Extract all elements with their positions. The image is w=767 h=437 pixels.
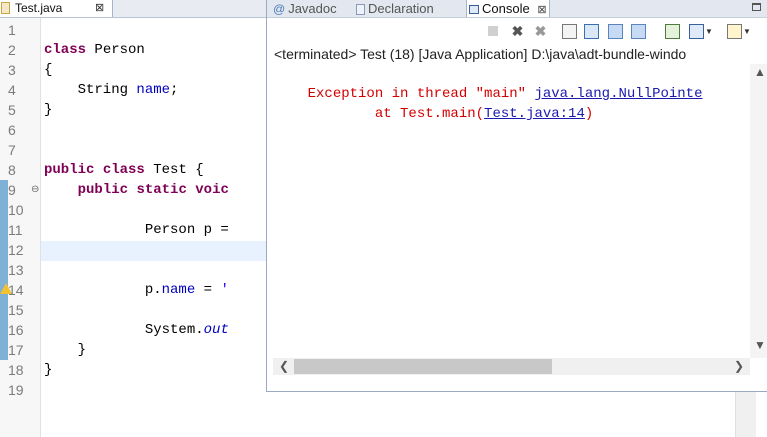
java-file-icon <box>1 2 10 14</box>
line-number: 8 <box>8 162 16 178</box>
console-output-line: at Test.main(Test.java:14) <box>307 106 594 122</box>
console-horizontal-scrollbar[interactable]: ❮ ❯ <box>273 358 750 375</box>
line-number: 3 <box>8 62 16 78</box>
line-number: 7 <box>8 142 16 158</box>
code-line[interactable]: Person p = <box>44 220 237 240</box>
line-number: 15 <box>8 302 24 318</box>
console-view: @ Javadoc Declaration Console ⊠ ✖ ✖ ▼ ▼ <… <box>267 0 767 391</box>
line-number: 5 <box>8 102 16 118</box>
line-number: 10 <box>8 202 24 218</box>
code-line[interactable]: class Person <box>44 40 145 60</box>
editor-tab-test-java[interactable]: Test.java ⊠ <box>0 0 113 17</box>
maximize-icon[interactable] <box>752 3 761 11</box>
tab-label: Console <box>482 1 530 16</box>
code-line[interactable]: String name; <box>44 80 179 100</box>
line-number: 17 <box>8 342 24 358</box>
code-line[interactable]: } <box>44 340 86 360</box>
line-number: 2 <box>8 42 16 58</box>
line-number: 1 <box>8 22 16 38</box>
line-number: 4 <box>8 82 16 98</box>
line-number: 16 <box>8 322 24 338</box>
scroll-lock-icon[interactable] <box>584 24 599 39</box>
code-line[interactable]: public static voic <box>44 180 229 200</box>
line-number: 14 <box>8 282 24 298</box>
stacktrace-link[interactable]: Test.java:14 <box>484 106 585 122</box>
code-line[interactable]: } <box>44 100 52 120</box>
fold-toggle-icon[interactable]: ⊖ <box>31 180 40 200</box>
pin-console-icon[interactable] <box>665 24 680 39</box>
code-line[interactable]: p.name = ' <box>44 280 229 300</box>
scrollbar-thumb[interactable] <box>294 359 552 374</box>
code-line[interactable]: { <box>44 60 52 80</box>
line-number: 18 <box>8 362 24 378</box>
line-number: 6 <box>8 122 16 138</box>
line-number: 12 <box>8 242 24 258</box>
editor-tab-label: Test.java <box>15 1 63 15</box>
change-ruler <box>0 180 8 360</box>
chevron-down-icon[interactable]: ▼ <box>705 24 720 39</box>
close-icon[interactable]: ⊠ <box>95 0 104 17</box>
open-console-icon[interactable] <box>727 24 742 39</box>
chevron-down-icon[interactable]: ▼ <box>743 24 758 39</box>
terminate-icon[interactable] <box>488 26 498 36</box>
tab-console[interactable]: Console ⊠ <box>466 0 550 17</box>
console-output-line: Exception in thread "main" java.lang.Nul… <box>307 86 703 102</box>
close-icon[interactable]: ⊠ <box>537 4 546 16</box>
line-number: 19 <box>8 382 24 398</box>
tab-label: Declaration <box>368 1 434 16</box>
line-number: 11 <box>8 222 23 238</box>
console-vertical-scrollbar[interactable]: ▲ ▼ <box>750 64 767 358</box>
remove-all-icon[interactable]: ✖ <box>533 24 548 39</box>
declaration-icon <box>356 4 365 16</box>
scroll-down-icon[interactable]: ▼ <box>754 337 766 354</box>
show-on-output-icon[interactable] <box>608 24 623 39</box>
scroll-up-icon[interactable]: ▲ <box>754 64 766 81</box>
scroll-left-icon[interactable]: ❮ <box>279 358 289 375</box>
show-on-error-icon[interactable] <box>631 24 646 39</box>
javadoc-icon: @ <box>273 2 286 17</box>
remove-launch-icon[interactable]: ✖ <box>510 24 525 39</box>
display-console-icon[interactable] <box>689 24 704 39</box>
clear-console-icon[interactable] <box>562 24 577 39</box>
tab-declaration[interactable]: Declaration <box>356 0 434 17</box>
code-line[interactable]: } <box>44 360 52 380</box>
line-number: 13 <box>8 262 24 278</box>
scroll-right-icon[interactable]: ❯ <box>734 358 744 375</box>
view-tab-bar: @ Javadoc Declaration Console ⊠ <box>267 0 767 18</box>
tab-label: Javadoc <box>288 1 337 16</box>
code-line[interactable]: System.out <box>44 320 229 340</box>
code-line[interactable]: public class Test { <box>44 160 204 180</box>
console-icon <box>469 5 479 15</box>
tab-javadoc[interactable]: @ Javadoc <box>273 0 337 17</box>
console-toolbar: ✖ ✖ ▼ ▼ <box>267 18 767 44</box>
console-description: <terminated> Test (18) [Java Application… <box>274 46 687 62</box>
